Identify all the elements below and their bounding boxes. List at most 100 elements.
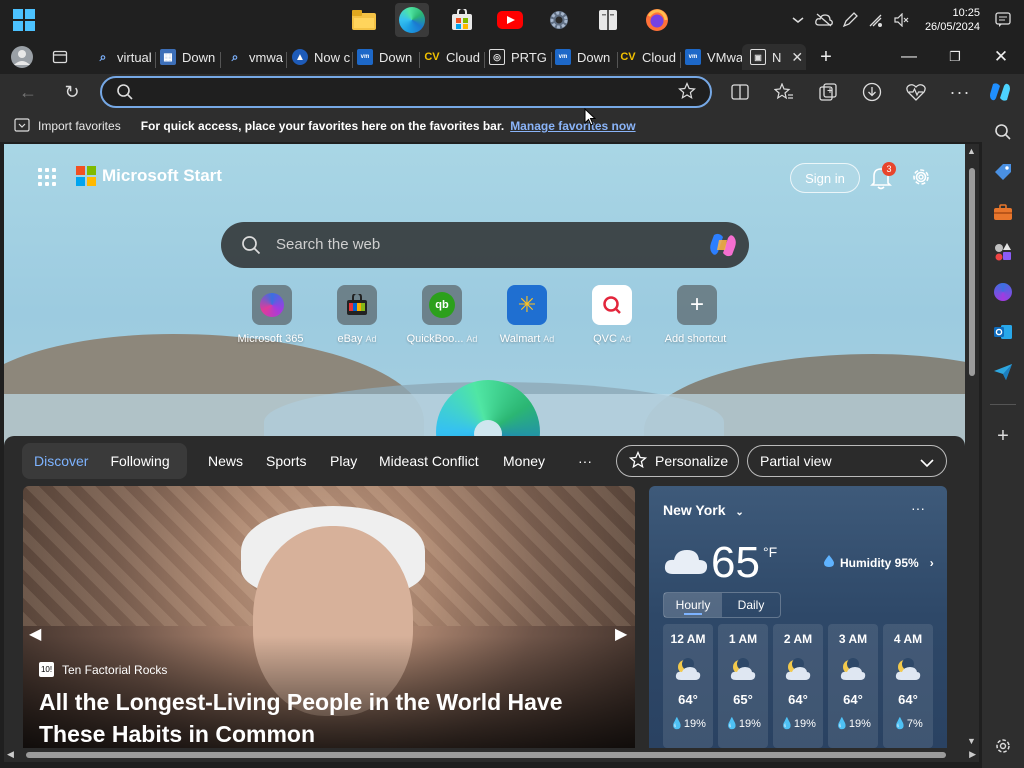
shortcut-walmart[interactable]: ✳ Walmart Ad [484, 285, 570, 345]
more-tabs-button[interactable]: ··· [578, 453, 592, 469]
weather-location[interactable]: New York ⌄ [663, 502, 744, 518]
brand-title[interactable]: Microsoft Start [102, 166, 222, 186]
downloads-icon[interactable] [858, 78, 886, 106]
shortcut-add[interactable]: + Add shortcut [654, 285, 740, 345]
tab-actions-icon[interactable] [46, 43, 74, 71]
notifications-icon[interactable] [994, 11, 1012, 29]
shortcut-microsoft-365[interactable]: Microsoft 365 [229, 285, 315, 345]
tab-vmwa-2[interactable]: vm VMwa [685, 44, 743, 70]
windows-start-icon[interactable] [10, 6, 38, 34]
weather-more-button[interactable]: ··· [911, 500, 925, 516]
web-search-box[interactable]: Search the web [221, 222, 749, 268]
profile-avatar[interactable] [8, 43, 36, 71]
minimize-button[interactable]: — [886, 44, 932, 70]
microsoft-store-icon[interactable] [448, 6, 476, 34]
split-screen-icon[interactable] [726, 78, 754, 106]
settings-icon[interactable] [545, 6, 573, 34]
collections-icon[interactable] [814, 78, 842, 106]
personalize-button[interactable]: Personalize [616, 445, 739, 477]
scroll-right-icon[interactable]: ▶ [969, 749, 976, 760]
search-icon: ⌕ [231, 49, 239, 64]
back-button[interactable]: ← [14, 78, 42, 106]
firefox-icon[interactable] [643, 6, 671, 34]
shortcut-quickbooks[interactable]: qb QuickBoo... Ad [399, 285, 485, 345]
tab-cloud[interactable]: CV Cloud [424, 44, 482, 70]
article-headline[interactable]: All the Longest-Living People in the Wor… [39, 686, 599, 748]
vertical-scrollbar[interactable]: ▲ ▼ [965, 144, 979, 748]
tab-down[interactable]: ▦ Down [160, 44, 218, 70]
shortcut-qvc[interactable]: QVC Ad [569, 285, 655, 345]
tab-now[interactable]: ▲ Now c [292, 44, 350, 70]
shopping-tag-icon[interactable] [991, 160, 1015, 184]
add-sidebar-app-icon[interactable]: + [991, 424, 1015, 448]
tab-active[interactable]: ▣ N ✕ [742, 44, 806, 70]
address-bar[interactable] [100, 76, 712, 108]
featured-article-card[interactable]: ◀ ▶ 10! Ten Factorial Rocks All the Long… [23, 486, 635, 748]
file-explorer-icon[interactable] [350, 6, 378, 34]
tab-mideast-conflict[interactable]: Mideast Conflict [379, 453, 479, 469]
copilot-icon[interactable] [986, 78, 1014, 106]
games-icon[interactable] [991, 240, 1015, 264]
tab-cloud-2[interactable]: CV Cloud [620, 44, 678, 70]
outlook-icon[interactable] [991, 320, 1015, 344]
page-settings-icon[interactable] [910, 166, 932, 188]
tab-daily[interactable]: Daily [722, 593, 780, 617]
tab-label: Down [379, 49, 413, 65]
copilot-circle-icon[interactable] [991, 280, 1015, 304]
youtube-icon[interactable] [496, 6, 524, 34]
copilot-icon[interactable] [708, 231, 738, 264]
scrollbar-thumb[interactable] [26, 752, 946, 758]
tab-hourly[interactable]: Hourly [664, 593, 722, 617]
tab-news[interactable]: News [208, 453, 243, 469]
volume-muted-icon[interactable] [893, 11, 911, 29]
more-options-icon[interactable]: ··· [946, 78, 974, 106]
import-favorites-button[interactable]: Import favorites [14, 117, 121, 135]
tab-discover[interactable]: Discover [34, 453, 88, 469]
tab-sports[interactable]: Sports [266, 453, 306, 469]
tab-label: Cloud [446, 49, 480, 65]
edge-icon[interactable] [395, 3, 429, 37]
favorite-star-icon[interactable] [678, 82, 696, 105]
close-tab-icon[interactable]: ✕ [791, 49, 803, 66]
tab-play[interactable]: Play [330, 453, 357, 469]
tab-money[interactable]: Money [503, 453, 545, 469]
app-launcher-icon[interactable] [38, 168, 56, 186]
horizontal-scrollbar[interactable]: ◀ ▶ [4, 748, 979, 762]
scroll-left-icon[interactable]: ◀ [7, 749, 14, 760]
refresh-button[interactable]: ↻ [58, 78, 86, 106]
search-icon[interactable] [991, 120, 1015, 144]
humidity-button[interactable]: Humidity 95% › [823, 554, 934, 571]
close-window-button[interactable]: ✕ [978, 44, 1024, 70]
carousel-prev-icon[interactable]: ◀ [29, 624, 41, 644]
browser-essentials-icon[interactable] [902, 78, 930, 106]
tab-prtg[interactable]: ◎ PRTG [489, 44, 549, 70]
droplet-icon: 💧 [780, 718, 794, 730]
carousel-next-icon[interactable]: ▶ [615, 624, 627, 644]
shortcut-ebay[interactable]: eBay Ad [314, 285, 400, 345]
view-select[interactable]: Partial view [747, 445, 947, 477]
send-icon[interactable] [991, 360, 1015, 384]
clock[interactable]: 10:25 26/05/2024 [925, 6, 980, 34]
droplet-icon: 💧 [835, 718, 849, 730]
tab-down-vmware-2[interactable]: vm Down [555, 44, 615, 70]
cloud-off-icon[interactable] [815, 11, 833, 29]
scroll-down-icon[interactable]: ▼ [967, 736, 976, 746]
scroll-up-icon[interactable]: ▲ [967, 146, 976, 156]
tab-vmwa[interactable]: ⌕ vmwa [227, 44, 285, 70]
chevron-up-icon[interactable] [789, 11, 807, 29]
tab-down-vmware[interactable]: vm Down [357, 44, 417, 70]
sign-in-button[interactable]: Sign in [790, 163, 860, 193]
restore-button[interactable]: ❐ [932, 44, 978, 70]
scrollbar-thumb[interactable] [969, 168, 975, 376]
new-tab-button[interactable]: + [806, 44, 846, 70]
network-icon[interactable] [867, 11, 885, 29]
favorites-icon[interactable] [770, 78, 798, 106]
tools-briefcase-icon[interactable] [991, 200, 1015, 224]
manage-favorites-link[interactable]: Manage favorites now [510, 119, 635, 133]
moon-cloud-icon [674, 658, 702, 682]
pen-icon[interactable] [841, 11, 859, 29]
reader-icon[interactable] [594, 6, 622, 34]
sidebar-settings-icon[interactable] [991, 734, 1015, 758]
tab-following[interactable]: Following [110, 453, 169, 469]
tab-virtual[interactable]: ⌕ virtual [95, 44, 153, 70]
